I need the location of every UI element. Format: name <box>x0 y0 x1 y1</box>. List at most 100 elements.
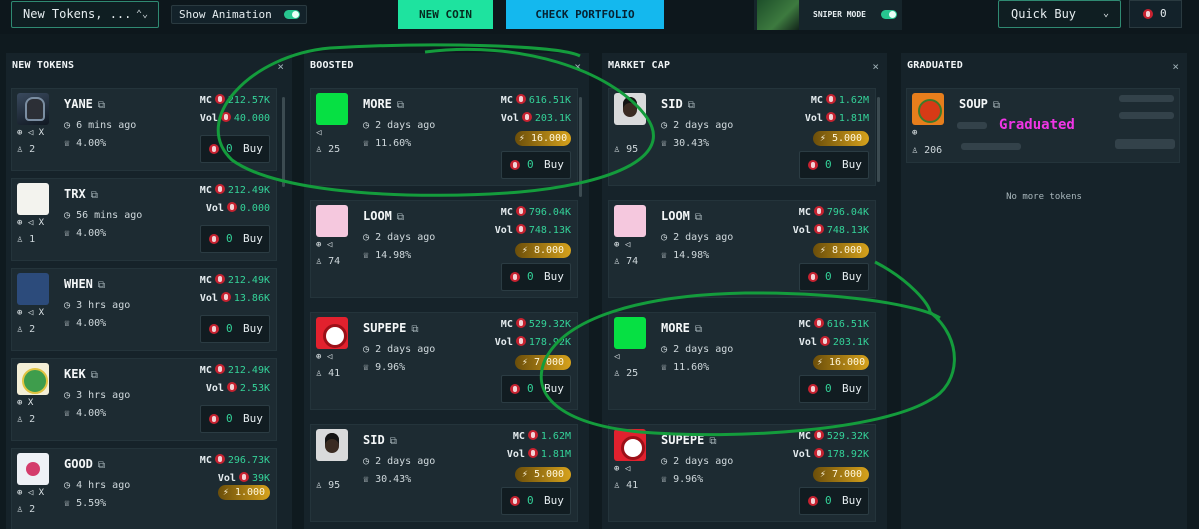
copy-icon[interactable]: ⧉ <box>709 436 716 447</box>
boost-badge: ⚡ 7.000 <box>813 467 869 482</box>
empty-state-text: No more tokens <box>1006 192 1082 202</box>
token-card[interactable]: GOOD ⧉ ◷ 4 hrs ago ♕ 5.59% ⊕ ◁ X ♙ 2 MC 29… <box>11 448 277 529</box>
token-card[interactable]: LOOM ⧉ ◷ 2 days ago ♕ 14.98% ⊕ ◁ ♙ 74 MC 7… <box>608 200 876 298</box>
scrollbar[interactable] <box>579 97 582 197</box>
copy-icon[interactable]: ⧉ <box>695 324 702 335</box>
buy-button[interactable]: 0 Buy <box>501 487 571 515</box>
coin-icon <box>515 318 526 328</box>
sniper-mode-toggle[interactable] <box>881 10 897 19</box>
buy-button[interactable]: 0 Buy <box>501 151 571 179</box>
token-avatar <box>614 429 646 461</box>
social-links[interactable]: ◁ <box>614 352 619 362</box>
token-card[interactable]: SUPEPE ⧉ ◷ 2 days ago ♕ 9.96% ⊕ ◁ ♙ 41 MC… <box>310 312 578 410</box>
holders-count: ♙ 2 <box>17 504 36 515</box>
buy-button[interactable]: 0 Buy <box>799 263 869 291</box>
coin-icon <box>813 206 824 216</box>
social-links[interactable]: ⊕ ◁ X <box>17 308 44 318</box>
token-card[interactable]: MORE ⧉ ◷ 2 days ago ♕ 11.60% ◁ ♙ 25 MC 616… <box>310 88 578 186</box>
copy-icon[interactable]: ⧉ <box>91 190 98 201</box>
copy-icon[interactable]: ⧉ <box>98 460 105 471</box>
social-links[interactable]: ⊕ ◁ <box>316 240 332 250</box>
market-cap: MC 1.62M <box>512 430 571 442</box>
copy-icon[interactable]: ⧉ <box>98 280 105 291</box>
crown-icon: ♕ <box>64 318 71 329</box>
coin-icon <box>226 382 237 392</box>
market-cap: MC 529.32K <box>798 430 869 442</box>
close-icon[interactable]: × <box>872 60 879 73</box>
holders-count: ♙ 1 <box>17 234 36 245</box>
person-icon: ♙ <box>316 480 323 491</box>
token-card[interactable]: LOOM ⧉ ◷ 2 days ago ♕ 14.98% ⊕ ◁ ♙ 74 MC 7… <box>310 200 578 298</box>
social-links[interactable]: ◁ <box>316 128 321 138</box>
coin-icon <box>214 274 225 284</box>
token-name: LOOM ⧉ <box>363 209 405 223</box>
holders-count: ♙ 2 <box>17 414 36 425</box>
buy-button[interactable]: 0 Buy <box>200 135 270 163</box>
show-animation-control[interactable]: Show Animation <box>171 5 307 24</box>
copy-icon[interactable]: ⧉ <box>688 100 695 111</box>
close-icon[interactable]: × <box>574 60 581 73</box>
buy-button[interactable]: 0 Buy <box>799 375 869 403</box>
token-card[interactable]: SID ⧉ ◷ 2 days ago ♕ 30.43% ♙ 95 MC 1.62M … <box>608 88 876 186</box>
buy-button[interactable]: 0 Buy <box>501 263 571 291</box>
social-links[interactable]: ⊕ ◁ <box>614 464 630 474</box>
token-card[interactable]: MORE ⧉ ◷ 2 days ago ♕ 11.60% ◁ ♙ 25 MC 616… <box>608 312 876 410</box>
sniper-mode-label: SNIPER MODE <box>813 10 866 19</box>
token-card[interactable]: SID ⧉ ◷ 2 days ago ♕ 30.43% ♙ 95 MC 1.62M … <box>310 424 578 522</box>
social-links[interactable]: ⊕ ◁ X <box>17 218 44 228</box>
quick-buy-select[interactable]: Quick Buy ⌄ <box>998 0 1121 28</box>
copy-icon[interactable]: ⧉ <box>993 100 1000 111</box>
token-avatar <box>17 183 49 215</box>
crown-icon: ♕ <box>64 138 71 149</box>
copy-icon[interactable]: ⧉ <box>397 100 404 111</box>
token-card[interactable]: KEK ⧉ ◷ 3 hrs ago ♕ 4.00% ⊕ X ♙ 2 MC 212.4… <box>11 358 277 441</box>
buy-button[interactable]: 0 Buy <box>501 375 571 403</box>
buy-button[interactable]: 0 Buy <box>799 151 869 179</box>
social-links[interactable]: ⊕ ◁ X <box>17 488 44 498</box>
token-filter-select[interactable]: New Tokens, ... ⌃⌄ <box>11 1 159 28</box>
wallet-balance-button[interactable]: 0 <box>1129 0 1182 28</box>
sniper-mode-control[interactable]: SNIPER MODE <box>754 0 902 30</box>
clock-icon: ◷ <box>64 120 71 131</box>
copy-icon[interactable]: ⧉ <box>695 212 702 223</box>
column-title: BOOSTED <box>310 60 354 71</box>
coin-icon <box>515 224 526 234</box>
person-icon: ♙ <box>17 504 24 515</box>
new-coin-button[interactable]: NEW COIN <box>398 0 493 29</box>
token-card[interactable]: TRX ⧉ ◷ 56 mins ago ♕ 4.00% ⊕ ◁ X ♙ 1 MC 2… <box>11 178 277 261</box>
person-icon: ♙ <box>614 256 621 267</box>
graduated-token-card[interactable]: SOUP ⧉ Graduated ⊕ ♙ 206 <box>906 88 1180 163</box>
boost-badge: ⚡ 8.000 <box>515 243 571 258</box>
social-links[interactable]: ⊕ X <box>17 398 33 408</box>
token-card[interactable]: WHEN ⧉ ◷ 3 hrs ago ♕ 4.00% ⊕ ◁ X ♙ 2 MC 21… <box>11 268 277 351</box>
social-links[interactable]: ⊕ ◁ X <box>17 128 44 138</box>
copy-icon[interactable]: ⧉ <box>98 100 105 111</box>
boost-badge: ⚡ 5.000 <box>515 467 571 482</box>
social-links[interactable]: ⊕ ◁ <box>316 352 332 362</box>
scrollbar[interactable] <box>877 97 880 182</box>
social-links[interactable]: ⊕ ◁ <box>614 240 630 250</box>
social-links[interactable]: ⊕ <box>912 128 917 138</box>
close-icon[interactable]: × <box>277 60 284 73</box>
token-card[interactable]: YANE ⧉ ◷ 6 mins ago ♕ 4.00% ⊕ ◁ X ♙ 2 MC 2… <box>11 88 277 171</box>
close-icon[interactable]: × <box>1172 60 1179 73</box>
check-portfolio-button[interactable]: CHECK PORTFOLIO <box>506 0 664 29</box>
buy-button[interactable]: 0 Buy <box>200 225 270 253</box>
buy-button[interactable]: 0 Buy <box>200 405 270 433</box>
holders-count: ♙ 206 <box>912 145 943 156</box>
buy-button[interactable]: 0 Buy <box>200 315 270 343</box>
blurred-buy-button <box>1115 139 1175 149</box>
copy-icon[interactable]: ⧉ <box>390 436 397 447</box>
clock-icon: ◷ <box>363 120 370 131</box>
coin-icon <box>813 448 824 458</box>
volume: Vol 13.86K <box>199 292 270 304</box>
copy-icon[interactable]: ⧉ <box>91 370 98 381</box>
buy-button[interactable]: 0 Buy <box>799 487 869 515</box>
show-animation-toggle[interactable] <box>284 10 300 19</box>
copy-icon[interactable]: ⧉ <box>411 324 418 335</box>
clock-icon: ◷ <box>64 210 71 221</box>
token-age: ◷ 6 mins ago <box>64 120 137 131</box>
copy-icon[interactable]: ⧉ <box>397 212 404 223</box>
scrollbar[interactable] <box>282 97 285 187</box>
token-card[interactable]: SUPEPE ⧉ ◷ 2 days ago ♕ 9.96% ⊕ ◁ ♙ 41 MC… <box>608 424 876 522</box>
